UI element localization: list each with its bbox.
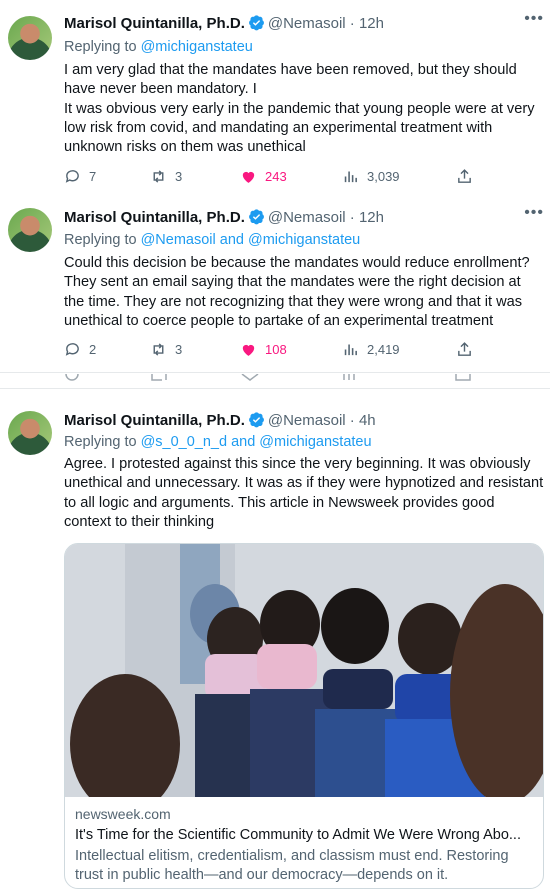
verified-icon: [248, 209, 264, 225]
share-button[interactable]: [456, 168, 473, 185]
timestamp[interactable]: 12h: [359, 15, 384, 32]
author-name[interactable]: Marisol Quintanilla, Ph.D.: [64, 15, 245, 32]
author-handle[interactable]: @Nemasoil: [268, 412, 346, 429]
tweet[interactable]: Marisol Quintanilla, Ph.D. @Nemasoil · 12…: [0, 196, 550, 372]
link-card[interactable]: newsweek.com It's Time for the Scientifi…: [64, 543, 544, 889]
replying-to-label: Replying to: [64, 39, 137, 55]
tweet-paragraph: Could this decision be because the manda…: [64, 255, 530, 329]
tweet-actions: 2 3 108 2,419: [64, 341, 484, 361]
like-count: 108: [265, 342, 287, 357]
card-domain[interactable]: newsweek.com: [75, 806, 537, 822]
retweet-icon: [153, 343, 164, 356]
replying-to: Replying to @s_0_0_n_d and @michiganstat…: [64, 434, 372, 450]
avatar[interactable]: [8, 208, 52, 252]
retweet-count: 3: [175, 342, 183, 357]
heart-icon: [242, 171, 255, 183]
more-icon[interactable]: •••: [524, 204, 544, 222]
share-icon: [458, 169, 471, 183]
views-icon: [344, 344, 357, 356]
reply-count: 2: [89, 342, 97, 357]
retweet-count: 3: [175, 169, 183, 184]
like-button[interactable]: 108: [240, 341, 287, 358]
view-count: 2,419: [367, 342, 400, 357]
reply-count: 7: [89, 169, 97, 184]
students-photo: [65, 544, 543, 797]
tweet-header: Marisol Quintanilla, Ph.D. @Nemasoil · 12…: [64, 15, 384, 32]
avatar[interactable]: [8, 411, 52, 455]
author-handle[interactable]: @Nemasoil: [268, 15, 346, 32]
avatar[interactable]: [8, 16, 52, 60]
views-icon: [344, 171, 357, 183]
card-title[interactable]: It's Time for the Scientific Community t…: [75, 827, 537, 843]
tweet-actions: 7 3 243 3,039: [64, 168, 484, 188]
like-button[interactable]: 243: [240, 168, 287, 185]
replying-to: Replying to @Nemasoil and @michiganstate…: [64, 232, 360, 248]
divider: [0, 372, 550, 373]
card-description: Intellectual elitism, credentialism, and…: [75, 848, 509, 883]
tweet-header: Marisol Quintanilla, Ph.D. @Nemasoil · 4h: [64, 412, 376, 429]
tweet-paragraph: It was obvious very early in the pandemi…: [64, 100, 535, 156]
author-name[interactable]: Marisol Quintanilla, Ph.D.: [64, 209, 245, 226]
heart-icon: [242, 344, 255, 356]
tweet[interactable]: Marisol Quintanilla, Ph.D. @Nemasoil · 12…: [0, 0, 550, 196]
replying-to-label: Replying to: [64, 434, 137, 450]
views-button[interactable]: 2,419: [342, 341, 400, 358]
article-image[interactable]: [65, 544, 543, 797]
timestamp[interactable]: 4h: [359, 412, 376, 429]
author-name[interactable]: Marisol Quintanilla, Ph.D.: [64, 412, 245, 429]
tweet-paragraph: Agree. I protested against this since th…: [64, 456, 544, 530]
reply-button[interactable]: 2: [64, 341, 96, 358]
view-count: 3,039: [367, 169, 400, 184]
share-button[interactable]: [456, 341, 473, 358]
more-icon[interactable]: •••: [524, 10, 544, 28]
retweet-button[interactable]: 3: [150, 168, 182, 185]
card-meta: newsweek.com It's Time for the Scientifi…: [75, 806, 537, 885]
reply-button[interactable]: 7: [64, 168, 96, 185]
replying-to: Replying to @michiganstateu: [64, 39, 253, 55]
retweet-icon: [153, 170, 164, 183]
author-handle[interactable]: @Nemasoil: [268, 209, 346, 226]
tweet-text: Could this decision be because the manda…: [64, 254, 544, 331]
tweet-paragraph: I am very glad that the mandates have be…: [64, 62, 517, 98]
tweet-text: Agree. I protested against this since th…: [64, 455, 544, 532]
timestamp[interactable]: 12h: [359, 209, 384, 226]
tweet-text: I am very glad that the mandates have be…: [64, 61, 544, 157]
share-icon: [458, 342, 471, 356]
reply-target-link[interactable]: @s_0_0_n_d and @michiganstateu: [141, 434, 372, 450]
tweet-header: Marisol Quintanilla, Ph.D. @Nemasoil · 12…: [64, 209, 384, 226]
reply-icon: [65, 170, 79, 183]
replying-to-label: Replying to: [64, 232, 137, 248]
verified-icon: [248, 412, 264, 428]
retweet-button[interactable]: 3: [150, 341, 182, 358]
reply-icon: [65, 343, 79, 356]
like-count: 243: [265, 169, 287, 184]
reply-target-link[interactable]: @michiganstateu: [141, 39, 253, 55]
verified-icon: [248, 15, 264, 31]
truncated-actions-row: [65, 374, 471, 381]
views-button[interactable]: 3,039: [342, 168, 400, 185]
reply-target-link[interactable]: @Nemasoil and @michiganstateu: [141, 232, 361, 248]
